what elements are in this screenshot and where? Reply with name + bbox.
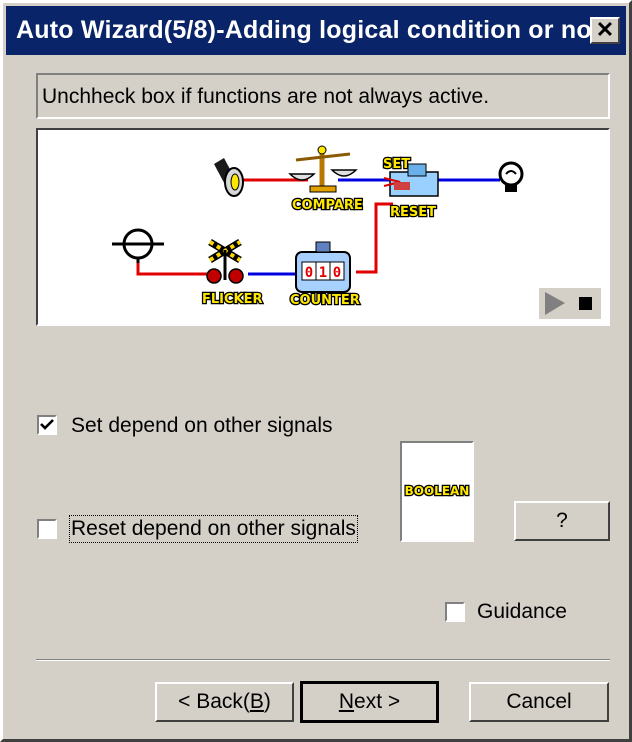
stop-button[interactable] [570,288,601,319]
counter-digit-3: 0 [333,265,341,281]
next-label: ext > [354,690,401,713]
play-button[interactable] [539,288,570,319]
counter-digit-1: 0 [305,265,313,281]
cancel-button[interactable]: Cancel [469,682,609,722]
lamp-icon [498,161,524,192]
checkmark-icon [40,419,54,430]
back-button[interactable]: < Back(B) [155,682,294,722]
set-label: SET [383,157,410,172]
help-button[interactable]: ? [514,501,610,541]
logic-diagram: COMPARE SET RESET FLICKER 0 1 0 COUNTER [112,145,524,309]
back-label-suffix: ) [263,690,271,713]
set-depend-checkbox[interactable] [37,415,57,435]
counter-icon: 0 1 0 [295,241,351,293]
counter-digit-2: 1 [319,265,327,281]
counter-label: COUNTER [290,293,360,308]
compare-scales-icon [288,145,358,193]
compare-label: COMPARE [292,198,363,213]
switch-icon [214,158,244,197]
reset-depend-label[interactable]: Reset depend on other signals [69,515,358,543]
stop-icon [579,297,592,310]
input-signal-icon [112,228,164,263]
boolean-graphic: BOOLEAN [403,483,470,500]
next-button[interactable]: Next > [300,681,439,723]
reset-depend-checkbox[interactable] [37,519,57,539]
close-icon: ✕ [595,17,615,42]
play-icon [545,292,565,315]
title-bar[interactable]: Auto Wizard(5/8)-Adding logical conditio… [6,6,626,55]
set-depend-label[interactable]: Set depend on other signals [71,414,333,438]
boolean-preview: BOOLEAN [400,441,474,542]
guidance-label[interactable]: Guidance [477,600,567,624]
reset-label: RESET [390,205,436,220]
window-title: Auto Wizard(5/8)-Adding logical conditio… [16,16,601,44]
wizard-window: Auto Wizard(5/8)-Adding logical conditio… [0,0,632,742]
animation-preview: COMPARE SET RESET FLICKER 0 1 0 COUNTER [36,128,610,326]
wire-counter-reset [356,202,393,274]
boolean-label: BOOLEAN [405,484,470,498]
next-accelerator: N [338,690,355,713]
instruction-text: Unchheck box if functions are not always… [36,73,610,119]
back-label-prefix: < Back( [178,690,250,713]
close-button[interactable]: ✕ [590,17,620,44]
guidance-checkbox[interactable] [445,602,465,622]
flicker-label: FLICKER [202,292,263,307]
footer-separator [36,659,610,661]
flicker-crossing-icon [206,238,244,284]
back-accelerator: B [249,690,264,713]
